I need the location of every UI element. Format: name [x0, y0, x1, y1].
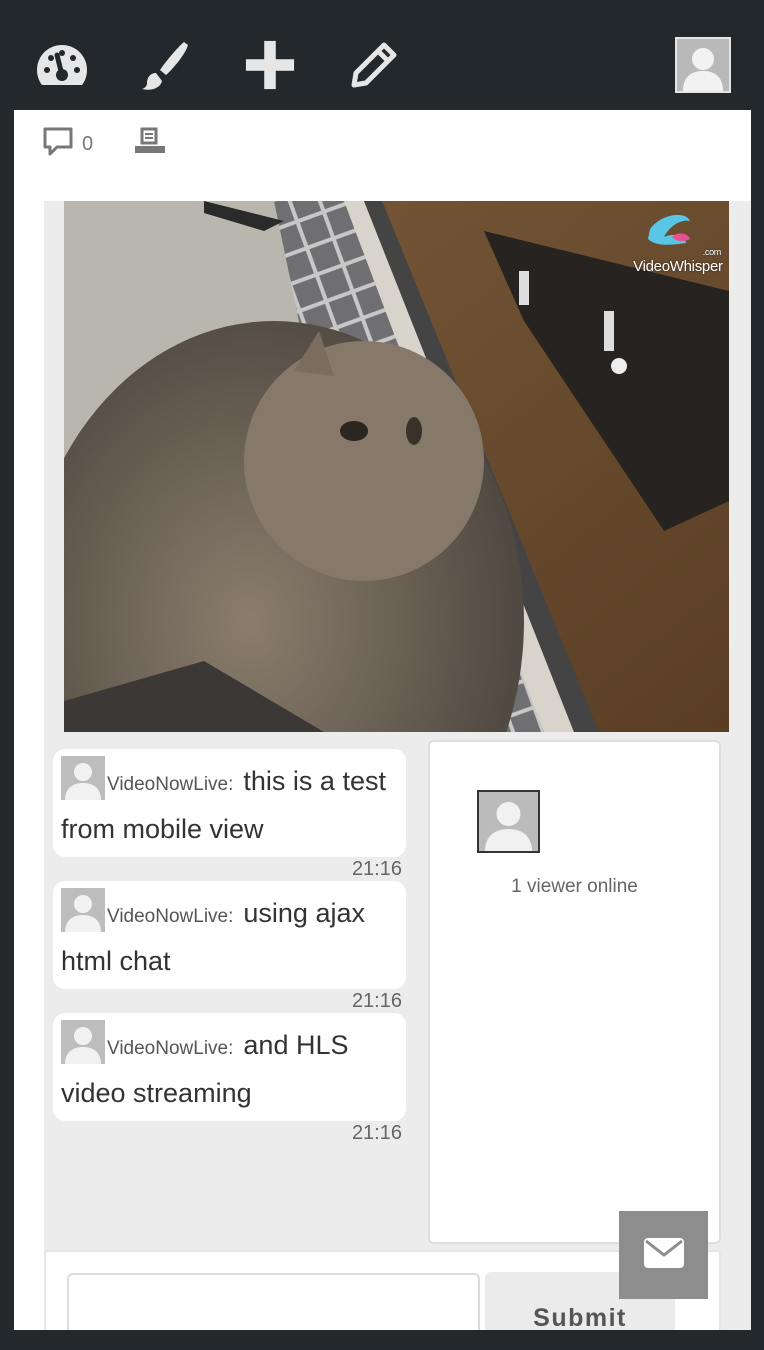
post-meta: 0 — [42, 126, 207, 162]
chat-author: VideoNowLive: — [107, 774, 234, 795]
page-content: 0 VideoWhisper.com VideoNowLive: this is… — [14, 110, 751, 1330]
viewers-panel: 1 viewer online — [428, 740, 721, 1244]
chat-bubble: VideoNowLive: this is a test from mobile … — [53, 749, 406, 857]
print-icon — [133, 126, 167, 162]
avatar-icon — [61, 888, 105, 932]
pencil-icon[interactable] — [348, 40, 400, 90]
chat-timestamp: 21:16 — [351, 1122, 402, 1144]
user-avatar-icon[interactable] — [675, 37, 731, 93]
print-button[interactable] — [133, 126, 167, 162]
chat-message: VideoNowLive: this is a test from mobile … — [53, 749, 406, 881]
chat-messages: VideoNowLive: this is a test from mobile … — [53, 749, 406, 1145]
message-input[interactable] — [67, 1273, 480, 1330]
comment-icon — [42, 126, 74, 162]
dashboard-icon[interactable] — [36, 40, 88, 90]
chat-author: VideoNowLive: — [107, 1038, 234, 1059]
chat-bubble: VideoNowLive: and HLS video streaming — [53, 1013, 406, 1121]
comment-count: 0 — [82, 132, 94, 155]
watermark-superscript: .com — [702, 247, 722, 257]
live-room: VideoWhisper.com VideoNowLive: this is a … — [44, 201, 751, 1330]
chat-message: VideoNowLive: and HLS video streaming 21:… — [53, 1013, 406, 1145]
chat-bubble: VideoNowLive: using ajax html chat — [53, 881, 406, 989]
chat-message: VideoNowLive: using ajax html chat 21:16 — [53, 881, 406, 1013]
chat-author: VideoNowLive: — [107, 906, 234, 927]
brush-icon[interactable] — [138, 40, 190, 90]
video-frame — [64, 201, 729, 732]
watermark-text: VideoWhisper — [633, 258, 723, 275]
video-watermark: VideoWhisper.com — [633, 247, 723, 275]
chat-timestamp: 21:16 — [351, 990, 402, 1012]
chat-timestamp: 21:16 — [351, 858, 402, 880]
admin-toolbar — [14, 18, 751, 110]
avatar-icon — [61, 1020, 105, 1064]
comments-link[interactable]: 0 — [42, 126, 93, 162]
plus-icon[interactable] — [244, 40, 296, 90]
envelope-icon — [643, 1237, 685, 1274]
avatar-icon — [61, 756, 105, 800]
viewer-count: 1 viewer online — [511, 876, 638, 897]
video-player[interactable]: VideoWhisper.com — [64, 201, 729, 732]
contact-button[interactable] — [619, 1211, 708, 1299]
viewer-avatar-icon[interactable] — [477, 790, 540, 853]
